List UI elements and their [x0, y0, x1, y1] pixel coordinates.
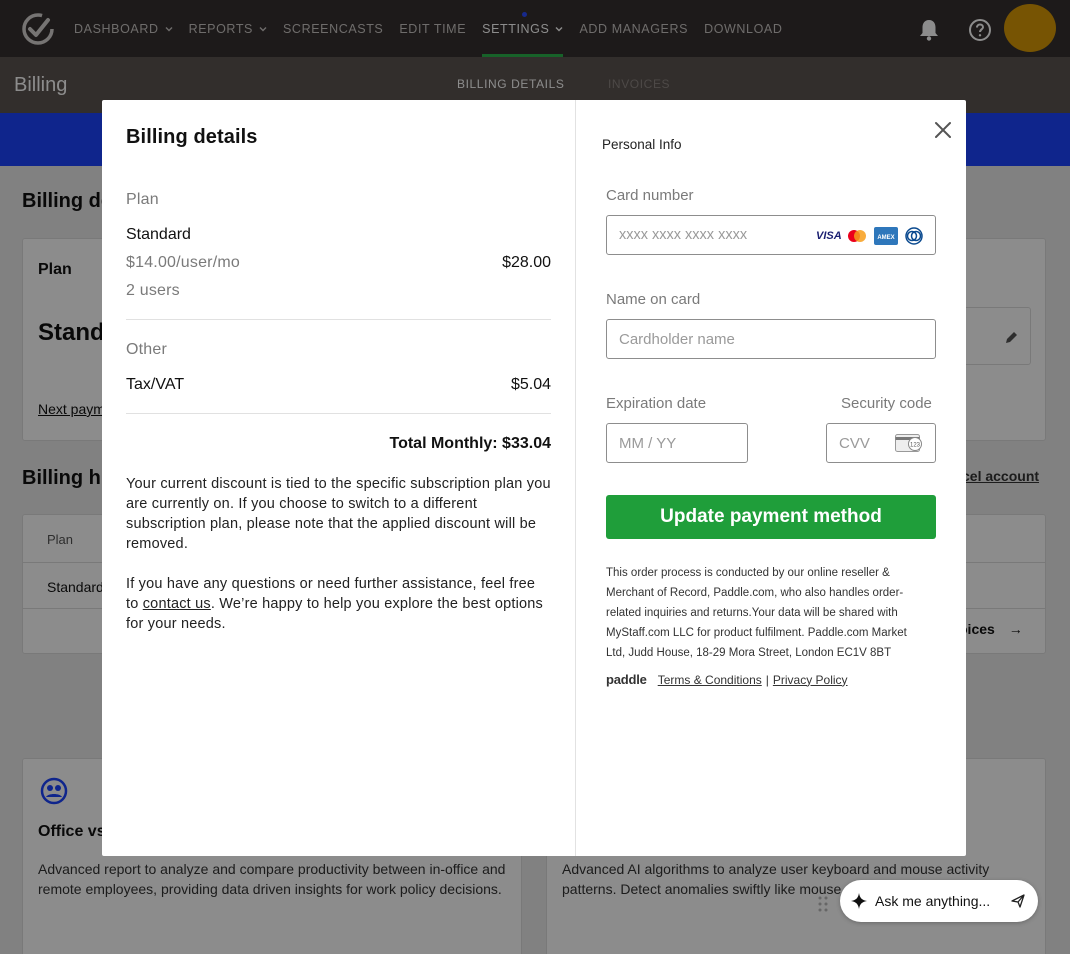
mastercard-icon	[848, 230, 866, 242]
plan-user-count: 2 users	[126, 282, 180, 299]
legal-notice: This order process is conducted by our o…	[606, 567, 907, 659]
divider	[126, 319, 551, 320]
amex-icon: AMEX	[874, 227, 898, 245]
cvv-card-icon: 123	[895, 434, 922, 452]
paddle-footer: paddle Terms & Conditions | Privacy Poli…	[606, 672, 848, 687]
visa-icon: VISA	[816, 230, 842, 242]
svg-text:AMEX: AMEX	[877, 235, 894, 241]
security-code-label: Security code	[841, 395, 932, 412]
discount-note: Your current discount is tied to the spe…	[126, 476, 551, 552]
diners-icon	[905, 227, 923, 245]
card-number-label: Card number	[606, 187, 694, 204]
cvv-placeholder: CVV	[839, 434, 870, 452]
tax-amount: $5.04	[510, 376, 551, 393]
tax-line-item: Tax/VAT $5.04	[126, 376, 551, 394]
send-icon[interactable]	[1010, 893, 1026, 909]
privacy-policy-link[interactable]: Privacy Policy	[773, 673, 848, 687]
card-number-field[interactable]: xxxx xxxx xxxx xxxx VISA AMEX	[606, 215, 936, 255]
expiration-date-label: Expiration date	[606, 395, 707, 412]
plan-name: Standard	[126, 226, 191, 243]
close-icon[interactable]	[932, 119, 954, 141]
sparkle-icon	[851, 893, 867, 909]
ask-assistant-placeholder: Ask me anything...	[875, 893, 991, 909]
plan-amount: $28.00	[502, 254, 551, 271]
tax-label: Tax/VAT	[126, 376, 185, 393]
security-code-field[interactable]: CVV 123	[826, 423, 936, 463]
card-brand-icons: VISA AMEX	[816, 227, 925, 245]
expiration-date-field[interactable]: MM / YY	[606, 423, 748, 463]
paddle-logo: paddle	[606, 672, 647, 687]
payment-form-panel: Personal Info Card number xxxx xxxx xxxx…	[576, 100, 966, 856]
ask-assistant-input[interactable]: Ask me anything...	[840, 880, 1038, 922]
divider	[126, 413, 551, 414]
link-separator: |	[765, 672, 769, 687]
plan-line-item: Standard $14.00/user/mo 2 users $28.00	[126, 226, 551, 300]
billing-details-modal: Billing details Plan Standard $14.00/use…	[102, 100, 966, 856]
svg-text:123: 123	[910, 443, 921, 449]
plan-section-label: Plan	[126, 191, 159, 208]
help-note: If you have any questions or need furthe…	[126, 574, 551, 634]
drag-handle-icon[interactable]	[817, 895, 829, 913]
personal-info-heading: Personal Info	[602, 137, 682, 152]
terms-conditions-link[interactable]: Terms & Conditions	[658, 673, 762, 687]
cardholder-name-field[interactable]: Cardholder name	[606, 319, 936, 359]
order-summary-panel: Billing details Plan Standard $14.00/use…	[102, 100, 576, 856]
cardholder-name-placeholder: Cardholder name	[619, 330, 735, 348]
expiration-placeholder: MM / YY	[619, 434, 677, 452]
name-on-card-label: Name on card	[606, 291, 701, 308]
plan-price-per-user: $14.00/user/mo	[126, 254, 240, 271]
total-monthly: Total Monthly: $33.04	[389, 435, 551, 452]
update-payment-method-button[interactable]: Update payment method	[606, 495, 936, 539]
contact-us-link[interactable]: contact us	[143, 596, 211, 612]
modal-title: Billing details	[126, 126, 258, 148]
other-section-label: Other	[126, 341, 168, 358]
card-number-placeholder: xxxx xxxx xxxx xxxx	[619, 227, 748, 243]
